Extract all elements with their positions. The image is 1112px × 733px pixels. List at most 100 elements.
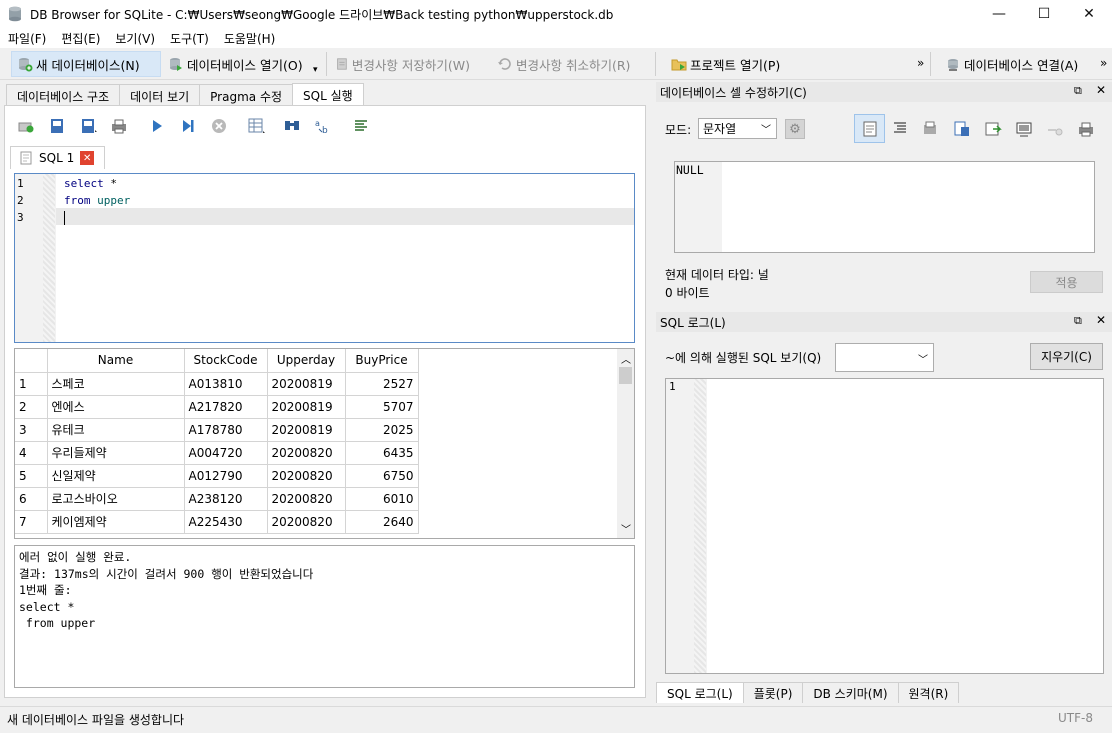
cell-buyprice[interactable]: 6435 [345,441,419,465]
find-replace-icon[interactable]: ab [314,117,332,135]
close-button[interactable]: ✕ [1066,0,1112,28]
row-number[interactable]: 4 [15,441,48,465]
cell-stockcode[interactable]: A178780 [184,418,268,442]
cell-buyprice[interactable]: 5707 [345,395,419,419]
revert-changes-button[interactable]: 변경사항 취소하기(R) [492,51,637,77]
cell-upperday[interactable]: 20200820 [267,487,346,511]
cell-buyprice[interactable]: 2640 [345,510,419,534]
cell-stockcode[interactable]: A013810 [184,372,268,396]
column-header-name[interactable]: Name [47,349,185,373]
row-number[interactable]: 5 [15,464,48,488]
sql-log-viewer[interactable]: 1 [665,378,1104,674]
tab-execute-sql[interactable]: SQL 실행 [292,83,364,106]
cell-name[interactable]: 신일제약 [47,464,185,488]
row-number[interactable]: 6 [15,487,48,511]
toolbar-overflow-button-2[interactable]: » [1100,56,1107,70]
cell-upperday[interactable]: 20200819 [267,372,346,396]
cell-upperday[interactable]: 20200820 [267,441,346,465]
find-text-icon[interactable] [283,117,301,135]
dock-close-icon[interactable]: ✕ [1096,313,1106,327]
tab-database-structure[interactable]: 데이터베이스 구조 [6,84,121,106]
cell-name[interactable]: 엔에스 [47,395,185,419]
execute-current-line-icon[interactable] [179,117,197,135]
column-header-stockcode[interactable]: StockCode [184,349,268,373]
undock-icon[interactable]: ⧉ [1074,84,1082,98]
cell-stockcode[interactable]: A217820 [184,395,268,419]
tab-plot[interactable]: 플롯(P) [742,682,804,703]
sql-editor[interactable]: 1 2 3 select * from upper [14,173,635,343]
row-number[interactable]: 3 [15,418,48,442]
open-in-application-icon[interactable] [1015,120,1033,138]
tab-edit-pragmas[interactable]: Pragma 수정 [199,84,294,106]
row-number[interactable]: 7 [15,510,48,534]
cell-value-editor[interactable]: NULL [674,161,1095,253]
sql-editor-tab[interactable]: SQL 1 ✕ [10,146,105,169]
scroll-down-icon[interactable]: ﹀ [621,521,631,536]
disabled-link-icon[interactable] [1046,120,1064,138]
table-row[interactable]: 2 엔에스 A217820 20200819 5707 [15,395,419,419]
import-file-icon[interactable] [922,120,940,138]
export-file-icon[interactable] [953,120,971,138]
word-wrap-toggle[interactable] [854,114,885,143]
cell-buyprice[interactable]: 6010 [345,487,419,511]
results-grid[interactable]: Name StockCode Upperday BuyPrice 1 스페코 A01… [14,348,635,539]
cell-stockcode[interactable]: A225430 [184,510,268,534]
comment-block-icon[interactable] [352,117,370,135]
tab-remote[interactable]: 원격(R) [897,682,960,703]
open-tab-icon[interactable] [17,117,35,135]
apply-button[interactable]: 적용 [1030,271,1103,293]
execute-all-icon[interactable] [148,117,166,135]
menu-tools[interactable]: 도구(T) [162,28,216,48]
column-header-upperday[interactable]: Upperday [267,349,346,373]
new-database-button[interactable]: 새 데이터베이스(N) [11,51,161,77]
close-tab-icon[interactable]: ✕ [80,151,95,165]
cell-name[interactable]: 우리들제약 [47,441,185,465]
indent-icon[interactable] [892,120,908,136]
cell-stockcode[interactable]: A012790 [184,464,268,488]
open-database-button[interactable]: 데이터베이스 열기(O) ▾ [163,51,323,77]
open-database-dropdown-icon[interactable]: ▾ [313,65,318,75]
tab-sql-log[interactable]: SQL 로그(L) [656,682,744,703]
print-icon[interactable] [110,117,128,135]
cell-buyprice[interactable]: 6750 [345,464,419,488]
open-sql-file-icon[interactable] [48,117,66,135]
minimize-button[interactable]: — [976,0,1022,28]
results-scrollbar[interactable]: ︿ ﹀ [617,349,634,538]
write-changes-button[interactable]: 변경사항 저장하기(W) [330,51,475,77]
attach-database-button[interactable]: 데이터베이스 연결(A) [940,51,1085,77]
row-number[interactable]: 1 [15,372,48,396]
table-row[interactable]: 4 우리들제약 A004720 20200820 6435 [15,441,419,465]
open-project-button[interactable]: 프로젝트 열기(P) [666,51,786,77]
mode-select[interactable]: 문자열 ﹀ [698,118,777,139]
save-results-icon[interactable] [247,117,267,135]
cell-upperday[interactable]: 20200819 [267,418,346,442]
cell-upperday[interactable]: 20200819 [267,395,346,419]
menu-file[interactable]: 파일(F) [0,28,53,48]
column-header-buyprice[interactable]: BuyPrice [345,349,419,373]
cell-stockcode[interactable]: A238120 [184,487,268,511]
tab-browse-data[interactable]: 데이터 보기 [119,84,201,106]
auto-format-gear-icon[interactable]: ⚙ [785,119,805,139]
scroll-up-icon[interactable]: ︿ [621,351,631,366]
maximize-button[interactable]: ☐ [1021,0,1067,28]
scrollbar-thumb[interactable] [619,367,632,384]
table-row[interactable]: 7 케이엠제약 A225430 20200820 2640 [15,510,419,534]
clear-log-button[interactable]: 지우기(C) [1030,343,1103,370]
menu-help[interactable]: 도움말(H) [216,28,283,48]
print-cell-icon[interactable] [1077,120,1095,138]
table-row[interactable]: 3 유테크 A178780 20200819 2025 [15,418,419,442]
set-null-icon[interactable] [984,120,1002,138]
cell-name[interactable]: 유테크 [47,418,185,442]
cell-buyprice[interactable]: 2527 [345,372,419,396]
table-row[interactable]: 6 로고스바이오 A238120 20200820 6010 [15,487,419,511]
menu-edit[interactable]: 편집(E) [53,28,107,48]
submitted-by-select[interactable]: ﹀ [835,343,934,372]
cell-stockcode[interactable]: A004720 [184,441,268,465]
table-row[interactable]: 1 스페코 A013810 20200819 2527 [15,372,419,396]
save-sql-file-icon[interactable] [79,117,99,135]
cell-name[interactable]: 로고스바이오 [47,487,185,511]
toolbar-overflow-button[interactable]: » [917,56,924,70]
cell-buyprice[interactable]: 2025 [345,418,419,442]
tab-db-schema[interactable]: DB 스키마(M) [802,682,899,703]
menu-view[interactable]: 보기(V) [107,28,162,48]
